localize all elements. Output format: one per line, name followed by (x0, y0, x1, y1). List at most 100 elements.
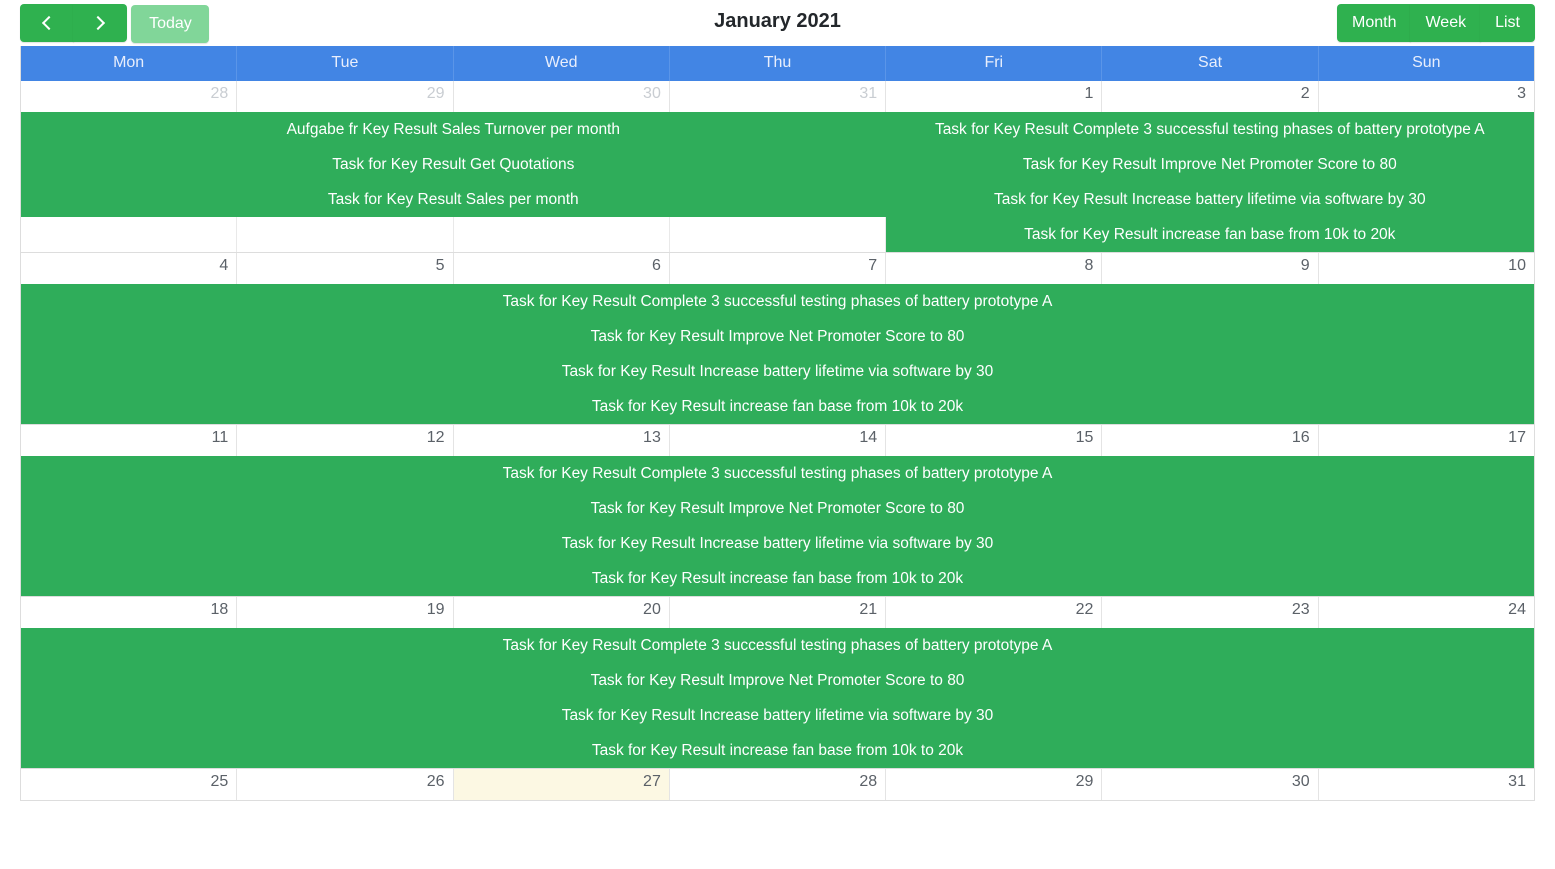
weekday-header-sat: Sat (1101, 46, 1317, 81)
day-number-row: 4 5 6 7 8 9 10 (21, 253, 1534, 284)
calendar-event[interactable]: Task for Key Result Sales per month (21, 182, 886, 217)
page-title: January 2021 (714, 10, 841, 32)
calendar-week-row: 25 26 27 28 29 30 31 (21, 768, 1534, 800)
day-cell[interactable]: 20 (452, 597, 669, 628)
day-cell[interactable]: 10 (1317, 253, 1534, 284)
event-row: Task for Key Result increase fan base fr… (21, 733, 1534, 768)
day-cell-today[interactable]: 27 (452, 769, 669, 800)
previous-month-button[interactable] (20, 4, 74, 42)
weekday-header-tue: Tue (236, 46, 452, 81)
day-cell[interactable]: 29 (236, 81, 452, 112)
day-cell[interactable]: 30 (1101, 769, 1317, 800)
day-cell[interactable]: 25 (21, 769, 236, 800)
day-cell[interactable]: 9 (1101, 253, 1317, 284)
day-cell[interactable]: 5 (236, 253, 452, 284)
calendar-event[interactable]: Task for Key Result Get Quotations (21, 147, 886, 182)
calendar-week-row: 28 29 30 31 1 2 3 Aufgabe fr Key Result Sales T… (21, 81, 1534, 252)
calendar-event[interactable]: Task for Key Result increase fan base fr… (885, 217, 1534, 252)
day-cell[interactable]: 19 (236, 597, 452, 628)
calendar-event[interactable]: Task for Key Result Improve Net Promoter… (885, 147, 1534, 182)
day-cell[interactable]: 17 (1317, 425, 1534, 456)
next-month-button[interactable] (73, 4, 127, 42)
event-row: Task for Key Result Increase battery lif… (21, 354, 1534, 389)
day-cell[interactable]: 30 (452, 81, 669, 112)
day-cell[interactable]: 31 (1317, 769, 1534, 800)
weekday-header-fri: Fri (885, 46, 1101, 81)
event-rows: Aufgabe fr Key Result Sales Turnover per… (21, 112, 1534, 252)
event-rows: Task for Key Result Complete 3 successfu… (21, 284, 1534, 424)
day-number-row: 28 29 30 31 1 2 3 (21, 81, 1534, 112)
event-row: Task for Key Result Complete 3 successfu… (21, 628, 1534, 663)
day-cell[interactable]: 1 (885, 81, 1101, 112)
calendar-event[interactable]: Task for Key Result Improve Net Promoter… (21, 491, 1534, 526)
calendar-event[interactable]: Task for Key Result Increase battery lif… (885, 182, 1534, 217)
day-cell[interactable]: 14 (668, 425, 885, 456)
calendar-week-row: 11 12 13 14 15 16 17 Task for Key Result Comple… (21, 424, 1534, 596)
view-switcher: Month Week List (1337, 4, 1535, 42)
calendar-event[interactable]: Task for Key Result Increase battery lif… (21, 698, 1534, 733)
day-cell[interactable]: 31 (668, 81, 885, 112)
weekday-header-wed: Wed (452, 46, 669, 81)
day-cell[interactable]: 22 (885, 597, 1101, 628)
day-cell[interactable]: 16 (1101, 425, 1317, 456)
day-cell[interactable]: 18 (21, 597, 236, 628)
day-cell[interactable]: 2 (1101, 81, 1317, 112)
calendar-event[interactable]: Task for Key Result Improve Net Promoter… (21, 319, 1534, 354)
calendar-event[interactable]: Task for Key Result increase fan base fr… (21, 389, 1534, 424)
calendar-event[interactable]: Task for Key Result Complete 3 successfu… (885, 112, 1534, 147)
weekday-header-sun: Sun (1317, 46, 1534, 81)
calendar-week-row: 4 5 6 7 8 9 10 Task for Key Result Complete 3 s… (21, 252, 1534, 424)
view-button-week[interactable]: Week (1410, 4, 1482, 42)
calendar-event[interactable]: Task for Key Result Increase battery lif… (21, 526, 1534, 561)
event-rows: Task for Key Result Complete 3 successfu… (21, 628, 1534, 768)
event-rows: Task for Key Result Complete 3 successfu… (21, 456, 1534, 596)
view-button-list[interactable]: List (1480, 4, 1535, 42)
day-cell[interactable]: 21 (668, 597, 885, 628)
day-cell[interactable]: 7 (668, 253, 885, 284)
day-number-row: 11 12 13 14 15 16 17 (21, 425, 1534, 456)
day-cell[interactable]: 28 (21, 81, 236, 112)
day-cell[interactable]: 4 (21, 253, 236, 284)
calendar-event[interactable]: Task for Key Result Increase battery lif… (21, 354, 1534, 389)
event-row: Task for Key Result Complete 3 successfu… (21, 456, 1534, 491)
event-row: Task for Key Result Sales per month Task … (21, 182, 1534, 217)
calendar-event[interactable]: Task for Key Result Complete 3 successfu… (21, 284, 1534, 319)
chevron-right-icon (90, 15, 106, 30)
event-row: Task for Key Result increase fan base fr… (21, 561, 1534, 596)
day-cell[interactable]: 12 (236, 425, 452, 456)
weekday-header-row: Mon Tue Wed Thu Fri Sat Sun (21, 46, 1534, 81)
day-cell[interactable]: 8 (885, 253, 1101, 284)
calendar-week-row: 18 19 20 21 22 23 24 Task for Key Result Comple… (21, 596, 1534, 768)
day-cell[interactable]: 28 (668, 769, 885, 800)
toolbar-left-group: Today (20, 4, 210, 43)
calendar-event[interactable]: Task for Key Result Complete 3 successfu… (21, 628, 1534, 663)
calendar-event[interactable]: Task for Key Result Complete 3 successfu… (21, 456, 1534, 491)
chevron-left-icon (41, 15, 57, 30)
calendar-event[interactable]: Task for Key Result increase fan base fr… (21, 733, 1534, 768)
day-cell[interactable]: 29 (885, 769, 1101, 800)
day-cell[interactable]: 26 (236, 769, 452, 800)
event-row: Task for Key Result Get Quotations Task f… (21, 147, 1534, 182)
calendar-event[interactable]: Aufgabe fr Key Result Sales Turnover per… (21, 112, 886, 147)
event-row: Task for Key Result Improve Net Promoter… (21, 663, 1534, 698)
day-cell[interactable]: 11 (21, 425, 236, 456)
event-row: Task for Key Result Increase battery lif… (21, 698, 1534, 733)
event-row: Task for Key Result Increase battery lif… (21, 526, 1534, 561)
day-cell[interactable]: 3 (1317, 81, 1534, 112)
day-cell[interactable]: 15 (885, 425, 1101, 456)
calendar-event[interactable]: Task for Key Result increase fan base fr… (21, 561, 1534, 596)
day-cell[interactable]: 6 (452, 253, 669, 284)
day-number-row: 18 19 20 21 22 23 24 (21, 597, 1534, 628)
event-row: Aufgabe fr Key Result Sales Turnover per… (21, 112, 1534, 147)
day-cell[interactable]: 23 (1101, 597, 1317, 628)
event-row: Task for Key Result Improve Net Promoter… (21, 491, 1534, 526)
day-number-row: 25 26 27 28 29 30 31 (21, 769, 1534, 800)
day-cell[interactable]: 24 (1317, 597, 1534, 628)
view-button-month[interactable]: Month (1337, 4, 1412, 42)
today-button[interactable]: Today (131, 5, 210, 43)
calendar-event[interactable]: Task for Key Result Improve Net Promoter… (21, 663, 1534, 698)
event-row: Task for Key Result Complete 3 successfu… (21, 284, 1534, 319)
event-spacer (21, 217, 886, 252)
weekday-header-mon: Mon (113, 54, 145, 71)
day-cell[interactable]: 13 (452, 425, 669, 456)
